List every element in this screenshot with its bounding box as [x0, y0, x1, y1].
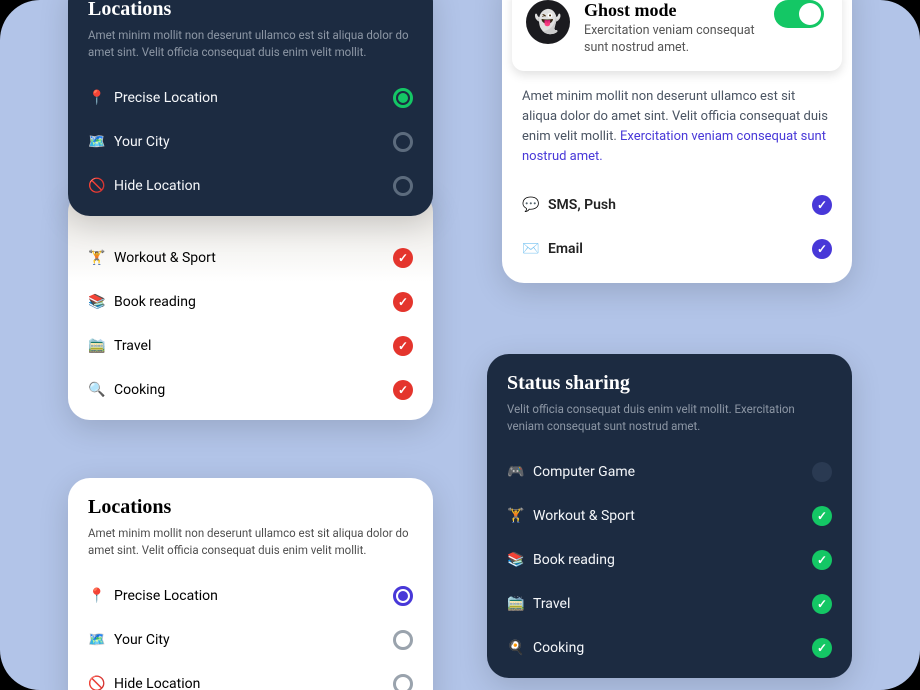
status-row-workout[interactable]: 🏋️ Workout & Sport: [495, 494, 844, 538]
location-label: Precise Location: [114, 90, 218, 106]
check-selected[interactable]: [812, 638, 832, 658]
status-row-travel[interactable]: 🚞 Travel: [495, 582, 844, 626]
books-icon: 📚: [507, 552, 525, 568]
check-selected[interactable]: [393, 292, 413, 312]
check-selected[interactable]: [812, 594, 832, 614]
pin-icon: 📍: [88, 588, 106, 604]
ghost-body: Amet minim mollit non deserunt ullamco e…: [502, 77, 852, 182]
check-selected[interactable]: [393, 336, 413, 356]
location-label: Precise Location: [114, 588, 218, 604]
location-row-city[interactable]: 🗺️ Your City: [76, 618, 425, 662]
workout-icon: 🏋️: [88, 250, 106, 266]
radio-unselected[interactable]: [393, 674, 413, 690]
interest-row-books[interactable]: 📚 Book reading: [76, 280, 425, 324]
interest-label: Cooking: [114, 382, 165, 398]
check-selected[interactable]: [812, 550, 832, 570]
interest-row-cooking[interactable]: 🔍 Cooking: [76, 368, 425, 412]
check-selected[interactable]: [393, 248, 413, 268]
interest-label: Travel: [114, 338, 151, 354]
workout-icon: 🏋️: [507, 508, 525, 524]
interests-card: 🏋️ Workout & Sport 📚 Book reading 🚞 Trav…: [68, 190, 433, 420]
status-label: Workout & Sport: [533, 508, 635, 524]
interest-label: Workout & Sport: [114, 250, 216, 266]
radio-unselected[interactable]: [393, 132, 413, 152]
interest-label: Book reading: [114, 294, 196, 310]
location-row-precise[interactable]: 📍 Precise Location: [76, 76, 425, 120]
interest-row-travel[interactable]: 🚞 Travel: [76, 324, 425, 368]
email-icon: ✉️: [522, 241, 540, 257]
locations-card-dark: Locations Amet minim mollit non deserunt…: [68, 0, 433, 216]
locations-desc: Amet minim mollit non deserunt ullamco e…: [88, 525, 413, 558]
pin-icon: 📍: [88, 90, 106, 106]
books-icon: 📚: [88, 294, 106, 310]
status-row-game[interactable]: 🎮 Computer Game: [495, 450, 844, 494]
status-title: Status sharing: [507, 372, 832, 395]
canvas: Locations Amet minim mollit non deserunt…: [0, 0, 920, 690]
travel-icon: 🚞: [507, 596, 525, 612]
map-icon: 🗺️: [88, 632, 106, 648]
ghost-title: Ghost mode: [584, 0, 760, 21]
status-card: Status sharing Velit officia consequat d…: [487, 354, 852, 678]
ghost-icon: 👻: [526, 0, 570, 44]
location-row-precise[interactable]: 📍 Precise Location: [76, 574, 425, 618]
ghost-header: 👻 Ghost mode Exercitation veniam consequ…: [512, 0, 842, 71]
radio-selected[interactable]: [393, 88, 413, 108]
locations-title: Locations: [88, 496, 413, 519]
travel-icon: 🚞: [88, 338, 106, 354]
location-label: Hide Location: [114, 676, 200, 690]
status-row-cooking[interactable]: 🍳 Cooking: [495, 626, 844, 670]
locations-card-light: Locations Amet minim mollit non deserunt…: [68, 478, 433, 690]
ghost-item-label: SMS, Push: [548, 197, 616, 213]
radio-selected[interactable]: [393, 586, 413, 606]
check-unselected[interactable]: [812, 462, 832, 482]
check-selected[interactable]: [393, 380, 413, 400]
map-icon: 🗺️: [88, 134, 106, 150]
status-list: 🎮 Computer Game 🏋️ Workout & Sport 📚 Boo…: [487, 444, 852, 678]
locations-title: Locations: [88, 0, 413, 21]
ghost-item-label: Email: [548, 241, 583, 257]
status-desc: Velit officia consequat duis enim velit …: [507, 401, 832, 434]
game-icon: 🎮: [507, 464, 525, 480]
ghost-row-sms[interactable]: 💬 SMS, Push: [510, 183, 844, 227]
cooking-icon: 🍳: [507, 640, 525, 656]
status-row-books[interactable]: 📚 Book reading: [495, 538, 844, 582]
radio-unselected[interactable]: [393, 176, 413, 196]
radio-unselected[interactable]: [393, 630, 413, 650]
ghost-subtitle: Exercitation veniam consequat sunt nostr…: [584, 23, 760, 57]
location-row-hide[interactable]: 🚫 Hide Location: [76, 662, 425, 690]
check-selected[interactable]: [812, 506, 832, 526]
location-row-city[interactable]: 🗺️ Your City: [76, 120, 425, 164]
location-label: Your City: [114, 632, 170, 648]
sms-icon: 💬: [522, 197, 540, 213]
check-selected[interactable]: [812, 195, 832, 215]
locations-list: 📍 Precise Location 🗺️ Your City 🚫 Hide L…: [68, 568, 433, 690]
locations-desc: Amet minim mollit non deserunt ullamco e…: [88, 27, 413, 60]
status-label: Book reading: [533, 552, 615, 568]
location-row-hide[interactable]: 🚫 Hide Location: [76, 164, 425, 208]
interests-list: 🏋️ Workout & Sport 📚 Book reading 🚞 Trav…: [68, 230, 433, 420]
ghost-row-email[interactable]: ✉️ Email: [510, 227, 844, 271]
interest-row-workout[interactable]: 🏋️ Workout & Sport: [76, 236, 425, 280]
ghost-card: 👻 Ghost mode Exercitation veniam consequ…: [502, 0, 852, 283]
check-selected[interactable]: [812, 239, 832, 259]
locations-list: 📍 Precise Location 🗺️ Your City 🚫 Hide L…: [68, 70, 433, 216]
no-entry-icon: 🚫: [88, 676, 106, 690]
ghost-list: 💬 SMS, Push ✉️ Email: [502, 181, 852, 277]
status-label: Cooking: [533, 640, 584, 656]
no-entry-icon: 🚫: [88, 178, 106, 194]
location-label: Hide Location: [114, 178, 200, 194]
location-label: Your City: [114, 134, 170, 150]
cooking-icon: 🔍: [88, 382, 106, 398]
status-label: Travel: [533, 596, 570, 612]
status-label: Computer Game: [533, 464, 635, 480]
ghost-toggle[interactable]: [774, 0, 824, 28]
